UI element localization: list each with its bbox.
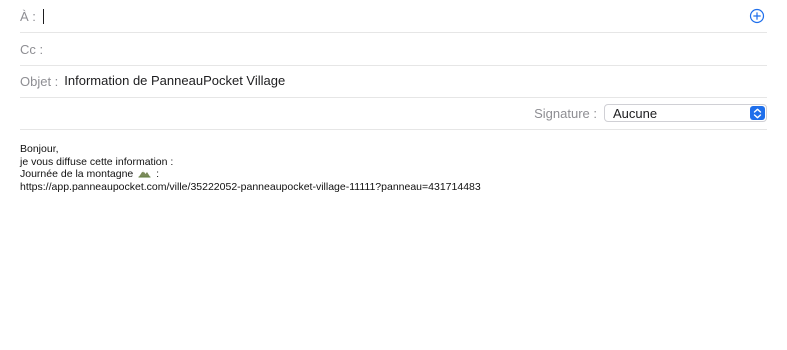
subject-row: Objet : Information de PanneauPocket Vil… bbox=[20, 65, 767, 98]
body-event-colon: : bbox=[153, 168, 160, 180]
to-field[interactable] bbox=[43, 6, 767, 26]
body-link[interactable]: https://app.panneaupocket.com/ville/3522… bbox=[20, 181, 767, 194]
message-body[interactable]: Bonjour, je vous diffuse cette informati… bbox=[20, 143, 767, 193]
body-intro: je vous diffuse cette information : bbox=[20, 155, 174, 168]
signature-label: Signature : bbox=[534, 105, 597, 121]
cc-row: Cc : bbox=[20, 33, 767, 66]
to-row: À : bbox=[20, 0, 767, 33]
plus-circle-icon[interactable] bbox=[749, 8, 765, 24]
mountain-icon bbox=[138, 170, 151, 178]
to-label: À : bbox=[20, 8, 36, 24]
signature-select[interactable]: Aucune bbox=[604, 104, 767, 122]
subject-field[interactable]: Information de PanneauPocket Village bbox=[64, 71, 767, 91]
signature-selected-value: Aucune bbox=[613, 105, 658, 121]
signature-row: Signature : Aucune bbox=[20, 97, 767, 130]
cc-label: Cc : bbox=[20, 41, 44, 57]
body-event-title: Journée de la montagne bbox=[20, 168, 134, 180]
up-down-chevron-icon bbox=[750, 106, 765, 120]
body-event-line: Journée de la montagne : bbox=[20, 168, 767, 181]
subject-label: Objet : bbox=[20, 73, 59, 89]
body-greeting: Bonjour, bbox=[20, 143, 59, 155]
cc-field[interactable] bbox=[49, 39, 767, 59]
